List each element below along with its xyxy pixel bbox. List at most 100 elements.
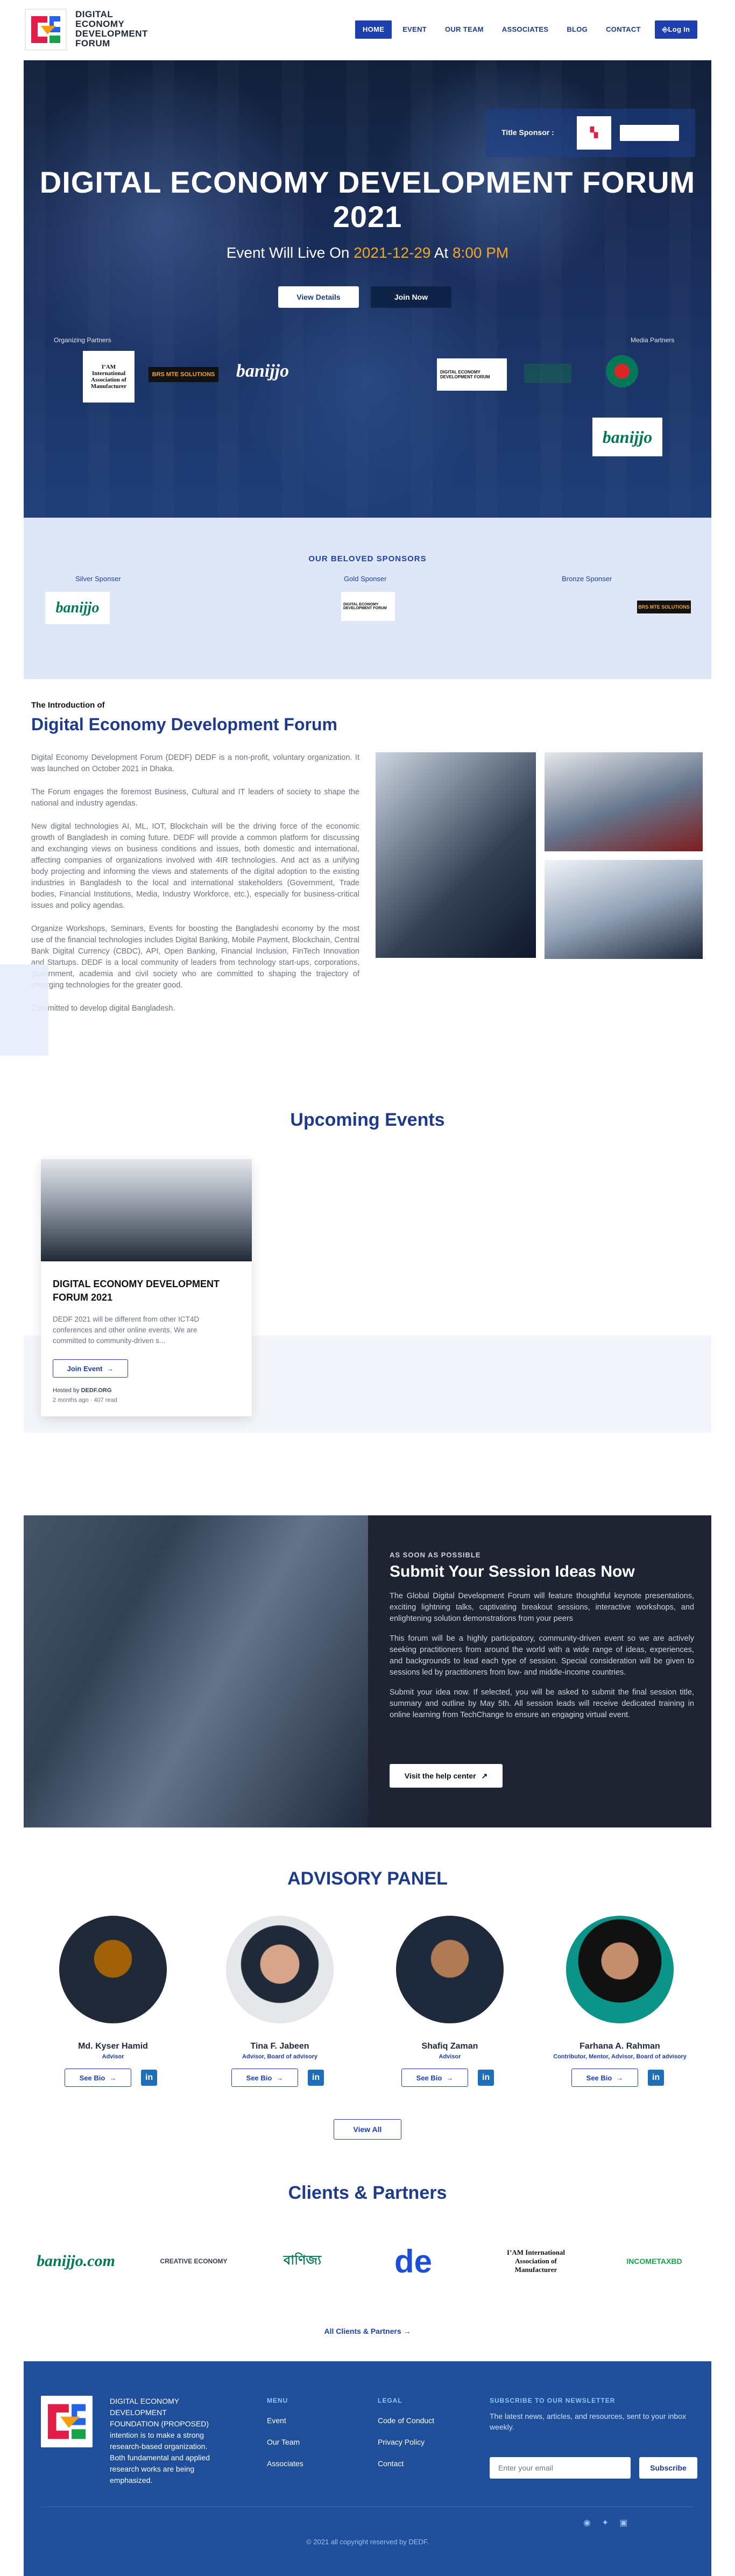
event-card-excerpt: DEDF 2021 will be different from other I… — [53, 1315, 200, 1345]
footer-link-our-team[interactable]: Our Team — [267, 2438, 300, 2446]
see-bio-label: See Bio — [246, 2073, 272, 2082]
site-header: DIGITAL ECONOMY DEVELOPMENT FORUM HOME E… — [0, 0, 735, 60]
advisor-photo-1 — [59, 1916, 167, 2023]
all-clients-label: All Clients & Partners — [324, 2327, 401, 2335]
all-clients-link[interactable]: All Clients & Partners → — [0, 2327, 735, 2335]
intro-title: Digital Economy Development Forum — [31, 715, 337, 734]
join-now-button[interactable]: Join Now — [371, 286, 451, 308]
partner-logo-iam[interactable]: I’AM International Association of Manufa… — [83, 351, 135, 403]
footer-link-code-of-conduct[interactable]: Code of Conduct — [378, 2416, 434, 2425]
bronze-logo-brs[interactable]: BRS MTE SOLUTIONS — [637, 601, 691, 613]
see-bio-button-3[interactable]: See Bio → — [401, 2069, 468, 2087]
nav-our-team[interactable]: OUR TEAM — [437, 20, 491, 39]
linkedin-icon[interactable]: in — [478, 2070, 494, 2086]
login-label: Log In — [668, 25, 690, 33]
view-all-button[interactable]: View All — [334, 2119, 401, 2140]
linkedin-icon[interactable]: ▣ — [619, 2517, 627, 2528]
nav-blog[interactable]: BLOG — [559, 20, 595, 39]
partner-logo-banijjo[interactable]: banijjo — [230, 355, 295, 387]
login-icon: ⎆ — [662, 25, 668, 33]
nav-associates[interactable]: ASSOCIATES — [494, 20, 556, 39]
main-nav: HOME EVENT OUR TEAM ASSOCIATES BLOG CONT… — [355, 20, 698, 39]
advisory-section: ADVISORY PANEL Md. Kyser Hamid Advisor S… — [0, 1827, 735, 2154]
events-section: Upcoming Events DIGITAL ECONOMY DEVELOPM… — [0, 1067, 735, 1515]
nav-event[interactable]: EVENT — [395, 20, 434, 39]
partner-logo-brs[interactable]: BRS MTE SOLUTIONS — [149, 367, 218, 382]
intro-paragraph-2: The Forum engages the foremost Business,… — [31, 788, 359, 808]
events-heading: Upcoming Events — [290, 1110, 445, 1130]
client-logo-banijjo-bn[interactable]: বাণিজ্য — [265, 2245, 340, 2277]
event-card-title[interactable]: DIGITAL ECONOMY DEVELOPMENT FORUM 2021 — [53, 1278, 236, 1304]
nav-contact[interactable]: CONTACT — [598, 20, 648, 39]
newsletter-email-input[interactable] — [490, 2457, 631, 2479]
live-mid: At — [434, 244, 449, 261]
footer-logo-icon[interactable] — [41, 2396, 93, 2447]
footer-about: DIGITAL ECONOMY DEVELOPMENT FOUNDATION (… — [110, 2397, 210, 2485]
footer-copyright: © 2021 all copyright reserved by DEDF. — [306, 2538, 429, 2546]
media-logo-dedf[interactable]: DIGITAL ECONOMY DEVELOPMENT FORUM — [437, 358, 507, 391]
advisor-name-4: Farhana A. Rahman — [579, 2042, 660, 2051]
external-link-icon: ↗ — [481, 1771, 488, 1780]
hosted-label: Hosted by — [53, 1387, 80, 1394]
advisor-role-4: Contributor, Mentor, Advisor, Board of a… — [553, 2053, 687, 2060]
intro-decor-block — [0, 964, 48, 1056]
see-bio-button-4[interactable]: See Bio → — [571, 2069, 638, 2087]
join-event-label: Join Event — [67, 1364, 103, 1373]
tier-bronze: Bronze Sponser — [562, 575, 612, 583]
media-logo-round[interactable] — [606, 355, 638, 387]
intro-body: Digital Economy Development Forum (DEDF)… — [31, 752, 359, 1014]
github-icon[interactable]: ◉ — [583, 2517, 591, 2528]
tier-gold: Gold Sponser — [344, 575, 387, 583]
client-logo-creative-economy[interactable]: CREATIVE ECONOMY — [156, 2234, 231, 2288]
tier-silver: Silver Sponser — [75, 575, 121, 583]
footer-link-contact[interactable]: Contact — [378, 2459, 404, 2468]
newsletter-heading: SUBSCRIBE TO OUR NEWSLETTER — [490, 2397, 616, 2404]
session-paragraph-3: Submit your idea now. If selected, you w… — [390, 1688, 694, 1719]
client-logo-banijjo[interactable]: banijjo.com — [30, 2234, 122, 2288]
gold-logo-dedf[interactable]: DIGITAL ECONOMY DEVELOPMENT FORUM — [341, 592, 395, 621]
media-logo-round-icon — [614, 364, 630, 379]
title-sponsor-label: Title Sponsor : — [501, 128, 554, 137]
footer-link-event[interactable]: Event — [267, 2416, 286, 2425]
help-center-button[interactable]: Visit the help center ↗ — [390, 1764, 503, 1788]
logo-line-3: DEVELOPMENT — [75, 29, 148, 39]
linkedin-icon[interactable]: in — [648, 2070, 664, 2086]
hero-section: Title Sponsor : ▚ DIGITAL ECONOMY DEVELO… — [24, 60, 711, 518]
linkedin-icon[interactable]: in — [141, 2070, 157, 2086]
linkedin-icon[interactable]: in — [308, 2070, 324, 2086]
footer-link-associates[interactable]: Associates — [267, 2459, 303, 2468]
session-paragraph-2: This forum will be a highly participator… — [390, 1634, 694, 1677]
footer-link-privacy-policy[interactable]: Privacy Policy — [378, 2438, 425, 2446]
title-sponsor-logo[interactable]: ▚ — [577, 116, 611, 150]
media-logo-banijjo[interactable]: banijjo — [592, 418, 662, 456]
advisor-photo-4 — [566, 1916, 674, 2023]
intro-photo-office-2 — [545, 860, 703, 959]
view-details-button[interactable]: View Details — [278, 286, 359, 308]
client-logo-de[interactable]: de — [386, 2234, 440, 2288]
see-bio-button-2[interactable]: See Bio → — [231, 2069, 298, 2087]
event-card-image — [41, 1159, 252, 1261]
media-logo-green[interactable] — [524, 364, 571, 383]
title-sponsor-logo-2[interactable] — [620, 125, 679, 141]
live-time: 8:00 PM — [452, 244, 509, 261]
login-button[interactable]: ⎆ Log In — [654, 20, 698, 39]
subscribe-button[interactable]: Subscribe — [639, 2457, 697, 2479]
clients-heading: Clients & Partners — [288, 2183, 447, 2203]
nav-home[interactable]: HOME — [355, 20, 392, 39]
client-logo-incometaxbd[interactable]: INCOMETAXBD — [617, 2234, 692, 2288]
hosted-by[interactable]: DEDF.ORG — [81, 1387, 112, 1394]
advisor-role-3: Advisor — [439, 2053, 461, 2060]
beloved-sponsors-section: OUR BELOVED SPONSORS Silver Sponser Gold… — [24, 518, 711, 679]
silver-logo-banijjo[interactable]: banijjo — [45, 592, 110, 624]
newsletter-text: The latest news, articles, and resources… — [490, 2412, 686, 2431]
help-center-label: Visit the help center — [404, 1772, 476, 1780]
see-bio-button-1[interactable]: See Bio → — [65, 2069, 131, 2087]
beloved-heading: OUR BELOVED SPONSORS — [308, 554, 427, 563]
client-logo-iam[interactable]: I’AM International Association of Manufa… — [498, 2234, 574, 2288]
title-sponsor-logo-icon: ▚ — [590, 127, 598, 138]
event-card[interactable]: DIGITAL ECONOMY DEVELOPMENT FORUM 2021 D… — [41, 1159, 252, 1416]
twitter-icon[interactable]: ✦ — [602, 2517, 609, 2528]
join-event-button[interactable]: Join Event → — [53, 1359, 128, 1378]
site-logo-icon[interactable] — [25, 9, 67, 51]
session-ideas-section: AS SOON AS POSSIBLE Submit Your Session … — [24, 1515, 711, 1827]
